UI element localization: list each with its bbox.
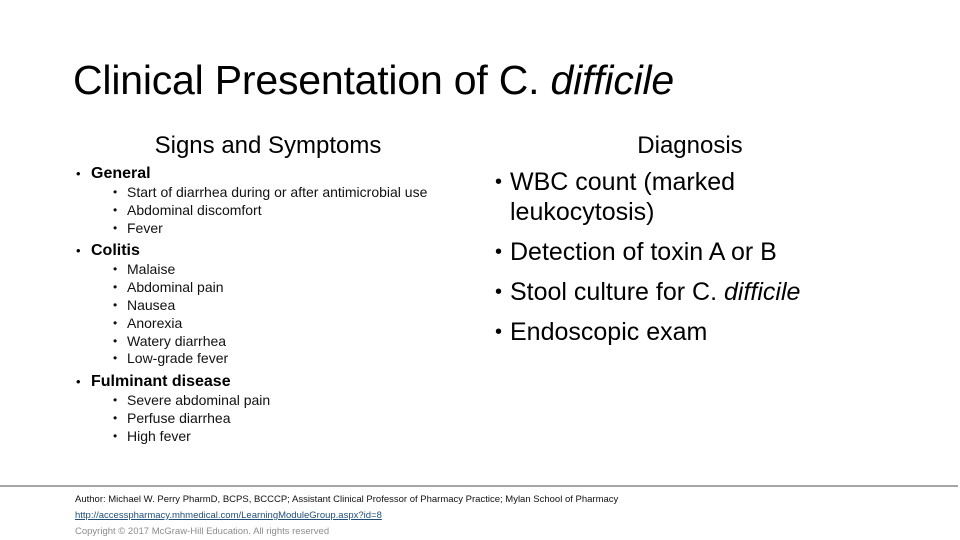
slide-title: Clinical Presentation of C. difficile [73,55,674,105]
bullet-icon: • [495,321,503,343]
group-label: General [91,165,151,182]
list-item: • Watery diarrhea [76,333,476,351]
bullet-icon: • [113,351,118,366]
item-text: Malaise [127,261,176,278]
bullet-icon: • [76,374,81,390]
bullet-icon: • [113,220,118,235]
item-text: Start of diarrhea during or after antimi… [127,184,428,200]
bullet-icon: • [495,241,503,263]
signs-symptoms-list: • General • Start of diarrhea during or a… [76,164,476,450]
list-item: • Fever [76,220,476,238]
source-link[interactable]: http://accesspharmacy.mhmedical.com/Lear… [75,508,618,524]
sub-list: • Start of diarrhea during or after antim… [76,184,476,237]
author-credit: Author: Michael W. Perry PharmD, BCPS, B… [75,494,619,505]
list-item: • WBC count (marked leukocytosis) [495,167,875,227]
list-item: • Stool culture for C. difficile [495,277,875,307]
sub-list: • Malaise • Abdominal pain • Nausea • Anorex… [76,261,476,368]
group-general: • General • Start of diarrhea during or a… [76,164,476,237]
group-fulminant-disease: • Fulminant disease • Severe abdominal pa… [76,372,476,445]
bullet-icon: • [113,297,118,312]
footer: Author: Michael W. Perry PharmD, BCPS, B… [75,492,618,540]
bullet-icon: • [113,262,118,277]
item-text: Low-grade fever [127,350,229,367]
group-heading: • Colitis [76,241,476,261]
sub-list: • Severe abdominal pain • Perfuse diarrhea… [76,392,476,445]
item-text: High fever [127,427,191,444]
item-italic: difficile [723,278,801,306]
list-item: • Nausea [76,297,476,315]
item-text: Stool culture for C. [510,278,724,306]
bullet-icon: • [76,243,81,259]
bullet-icon: • [113,202,118,217]
item-text: Watery diarrhea [127,332,227,349]
group-heading: • Fulminant disease [76,372,476,392]
diagnosis-heading: Diagnosis [637,132,743,159]
list-item: • Abdominal discomfort [76,202,476,220]
copyright-notice: Copyright © 2017 McGraw-Hill Education. … [75,526,330,537]
item-text: Anorexia [127,314,183,331]
item-text: Abdominal discomfort [127,201,262,218]
item-text: Perfuse diarrhea [127,409,231,426]
list-item: • Low-grade fever [76,350,476,368]
group-label: Colitis [91,242,140,260]
bullet-icon: • [495,281,503,303]
list-item: • Endoscopic exam [495,317,875,347]
group-colitis: • Colitis • Malaise • Abdominal pain • Naus… [76,241,476,368]
bullet-icon: • [113,393,118,408]
bullet-icon: • [113,280,118,295]
item-text: WBC count (marked leukocytosis) [510,168,736,226]
bullet-icon: • [113,410,118,425]
bullet-icon: • [113,185,118,199]
bullet-icon: • [495,171,503,193]
title-text: Clinical Presentation of C. [73,57,551,103]
item-text: Endoscopic exam [510,318,708,346]
item-text: Abdominal pain [127,279,224,296]
footer-divider [0,485,958,487]
signs-and-symptoms-heading: Signs and Symptoms [154,132,382,159]
list-item: • Severe abdominal pain [76,392,476,410]
item-text: Detection of toxin A or B [510,238,777,266]
list-item: • Detection of toxin A or B [495,237,875,267]
list-item: • Start of diarrhea during or after antim… [76,184,476,202]
list-item: • Perfuse diarrhea [76,410,476,428]
bullet-icon: • [113,428,118,443]
bullet-icon: • [76,166,81,181]
title-italic: difficile [550,57,675,103]
item-text: Severe abdominal pain [127,392,271,409]
group-label: Fulminant disease [91,373,231,391]
list-item: • Anorexia [76,315,476,333]
list-item: • High fever [76,428,476,446]
list-item: • Malaise [76,261,476,279]
diagnosis-list: • WBC count (marked leukocytosis) • Detect… [495,167,875,357]
list-item: • Abdominal pain [76,279,476,297]
item-text: Fever [127,219,163,236]
bullet-icon: • [113,333,118,348]
group-heading: • General [76,164,476,184]
bullet-icon: • [113,315,118,330]
item-text: Nausea [127,296,176,313]
